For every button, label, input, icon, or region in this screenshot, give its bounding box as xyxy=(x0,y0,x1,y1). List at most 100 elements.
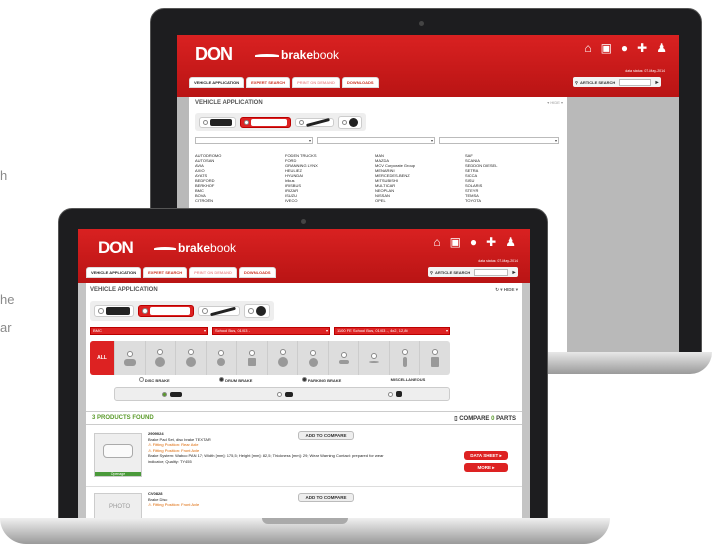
all-parts-button[interactable]: ALL xyxy=(90,341,114,375)
front-vehicle-axle[interactable] xyxy=(198,306,240,316)
products-found-count: 3 xyxy=(92,415,96,421)
compare-parts[interactable]: ▯ COMPARE 0 PARTS xyxy=(454,415,516,422)
radio-icon[interactable] xyxy=(98,308,104,314)
data-sheet-button[interactable]: DATA SHEET ▸ xyxy=(464,451,508,460)
front-type-select[interactable]: 1100 FE School Bus, 01/03 -, 4x2, 12,8t ▾ xyxy=(334,327,450,335)
monitor-icon[interactable]: ▣ xyxy=(450,235,461,249)
part-cat-shoes[interactable] xyxy=(266,341,298,375)
play-icon[interactable]: ▸ xyxy=(510,269,518,276)
radio-icon[interactable] xyxy=(248,350,255,356)
car-icon xyxy=(210,118,232,126)
front-make-value: BMC xyxy=(93,328,102,333)
front-make-select[interactable]: BMC ▾ xyxy=(90,327,208,335)
radio-icon[interactable] xyxy=(138,377,144,382)
radio-icon[interactable] xyxy=(310,349,317,356)
home-icon[interactable]: ⌂ xyxy=(584,41,591,55)
radio-icon[interactable] xyxy=(244,119,249,125)
front-tab-vehicle-application[interactable]: VEHICLE APPLICATION xyxy=(86,267,142,278)
brake-type-parking[interactable]: PARKING BRAKE xyxy=(301,377,341,383)
radio-icon[interactable] xyxy=(387,391,393,397)
part-cat-drum[interactable] xyxy=(297,341,328,375)
back-make-select[interactable]: ▾ xyxy=(195,137,313,144)
radio-icon[interactable] xyxy=(248,308,254,314)
radio-icon[interactable] xyxy=(202,308,208,314)
chat-icon[interactable]: ● xyxy=(470,235,477,249)
add-to-compare-button[interactable]: ADD TO COMPARE xyxy=(298,493,354,502)
monitor-icon[interactable]: ▣ xyxy=(601,41,612,55)
vehicle-rear-axle-icon xyxy=(395,391,402,397)
front-vehicle-wheel[interactable] xyxy=(244,304,270,318)
radio-icon[interactable] xyxy=(279,349,286,355)
chat-icon[interactable]: ● xyxy=(621,41,628,55)
front-model-select[interactable]: School Bus, 01/03 - ▾ xyxy=(212,327,330,335)
radio-icon[interactable] xyxy=(218,377,224,382)
back-search-label: ARTICLE SEARCH xyxy=(579,79,616,85)
back-hide-toggle[interactable]: ▾ HIDE ▾ xyxy=(547,100,563,105)
front-tab-print-on-demand[interactable]: PRINT ON DEMAND xyxy=(189,267,237,278)
radio-icon[interactable] xyxy=(371,353,378,359)
radio-icon[interactable] xyxy=(342,119,347,125)
front-tab-expert-search[interactable]: EXPERT SEARCH xyxy=(143,267,188,278)
radio-icon[interactable] xyxy=(187,349,194,355)
radio-icon[interactable] xyxy=(276,391,282,397)
back-tab-vehicle-application[interactable]: VEHICLE APPLICATION xyxy=(189,77,245,88)
back-model-select[interactable]: ▾ xyxy=(317,137,435,144)
brake-type-drum[interactable]: DRUM BRAKE xyxy=(218,377,252,383)
more-button[interactable]: MORE ▸ xyxy=(464,463,508,472)
back-vehicle-axle[interactable] xyxy=(295,117,334,127)
radio-icon[interactable] xyxy=(218,350,225,356)
radio-icon[interactable] xyxy=(301,377,307,382)
play-icon[interactable]: ▸ xyxy=(653,79,661,86)
radio-icon[interactable] xyxy=(340,352,347,358)
part-cat-spring[interactable] xyxy=(388,341,420,375)
part-cat-lining[interactable] xyxy=(327,341,359,375)
user-icon[interactable]: ♟ xyxy=(656,41,667,55)
user-icon[interactable]: ♟ xyxy=(505,235,516,249)
radio-icon[interactable] xyxy=(126,350,133,357)
brake-drum-icon xyxy=(308,357,318,367)
product-thumbnail[interactable]: Openage xyxy=(94,433,142,477)
radio-icon[interactable] xyxy=(157,349,164,355)
radio-icon[interactable] xyxy=(432,349,439,355)
uk-flag-icon[interactable]: ✚ xyxy=(637,41,647,55)
back-type-select[interactable]: ▾ xyxy=(439,137,559,144)
part-cat-caliper[interactable] xyxy=(175,341,206,375)
back-vehicle-car[interactable] xyxy=(199,116,236,128)
front-hide-toggle[interactable]: ↻ ▾ HIDE ▾ xyxy=(495,287,518,293)
front-article-search[interactable]: ⚲ ARTICLE SEARCH ▸ xyxy=(428,267,518,277)
uk-flag-icon[interactable]: ✚ xyxy=(486,235,496,249)
back-search-input[interactable] xyxy=(619,78,651,86)
brake-type-disc[interactable]: DISC BRAKE xyxy=(138,377,170,383)
axle-rear[interactable] xyxy=(387,388,402,400)
front-vehicle-bus[interactable] xyxy=(138,305,194,317)
front-vehicle-car[interactable] xyxy=(94,305,134,317)
back-tab-print-on-demand[interactable]: PRINT ON DEMAND xyxy=(292,77,340,88)
back-article-search[interactable]: ⚲ ARTICLE SEARCH ▸ xyxy=(573,77,661,87)
part-cat-sensor[interactable] xyxy=(205,341,237,375)
radio-icon[interactable] xyxy=(401,349,408,355)
front-content-panel: VEHICLE APPLICATION ↻ ▾ HIDE ▾ BMC ▾ Scho… xyxy=(86,283,522,523)
part-cat-cable[interactable] xyxy=(358,341,389,375)
home-icon[interactable]: ⌂ xyxy=(433,235,440,249)
radio-icon[interactable] xyxy=(299,119,304,125)
radio-icon[interactable] xyxy=(162,391,168,397)
part-cat-pads[interactable] xyxy=(114,341,145,375)
part-cat-misc[interactable] xyxy=(419,341,450,375)
back-tab-downloads[interactable]: DOWNLOADS xyxy=(341,77,379,88)
front-laptop-bezel: DON brakebook ⌂ ▣ ● ✚ ♟ data status: 07-… xyxy=(58,208,548,524)
radio-icon[interactable] xyxy=(203,119,208,125)
products-found-label: PRODUCTS FOUND xyxy=(97,415,154,421)
part-cat-kit[interactable] xyxy=(236,341,267,375)
front-hide-label[interactable]: ▾ HIDE ▾ xyxy=(500,287,518,292)
brake-type-misc[interactable]: MISCELLANEOUS xyxy=(391,377,426,383)
radio-icon[interactable] xyxy=(142,308,148,314)
back-vehicle-bus[interactable] xyxy=(240,116,291,128)
add-to-compare-button[interactable]: ADD TO COMPARE xyxy=(298,431,354,440)
back-vehicle-wheel[interactable] xyxy=(338,115,362,129)
axle-all[interactable] xyxy=(162,388,183,400)
axle-front[interactable] xyxy=(276,388,293,400)
part-cat-discs[interactable] xyxy=(144,341,176,375)
front-search-input[interactable] xyxy=(474,268,508,276)
back-tab-expert-search[interactable]: EXPERT SEARCH xyxy=(246,77,291,88)
front-tab-downloads[interactable]: DOWNLOADS xyxy=(238,267,276,278)
